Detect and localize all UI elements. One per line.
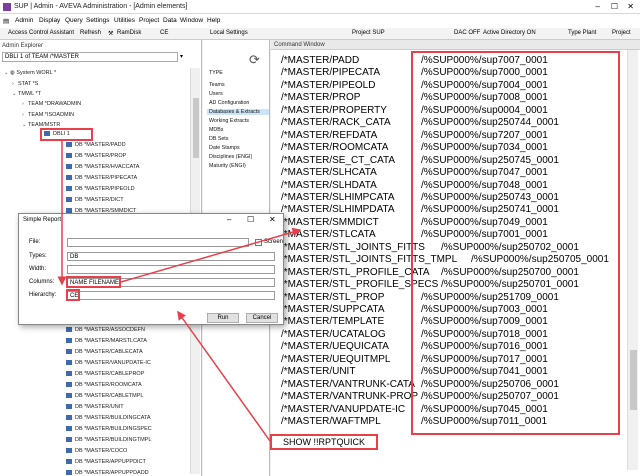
arrow-columns-to-output (120, 227, 302, 283)
annotation-arrows (57, 141, 302, 442)
show-command-callout: SHOW !!RPTQUICK (270, 434, 378, 450)
arrow-show-to-run (177, 310, 271, 442)
